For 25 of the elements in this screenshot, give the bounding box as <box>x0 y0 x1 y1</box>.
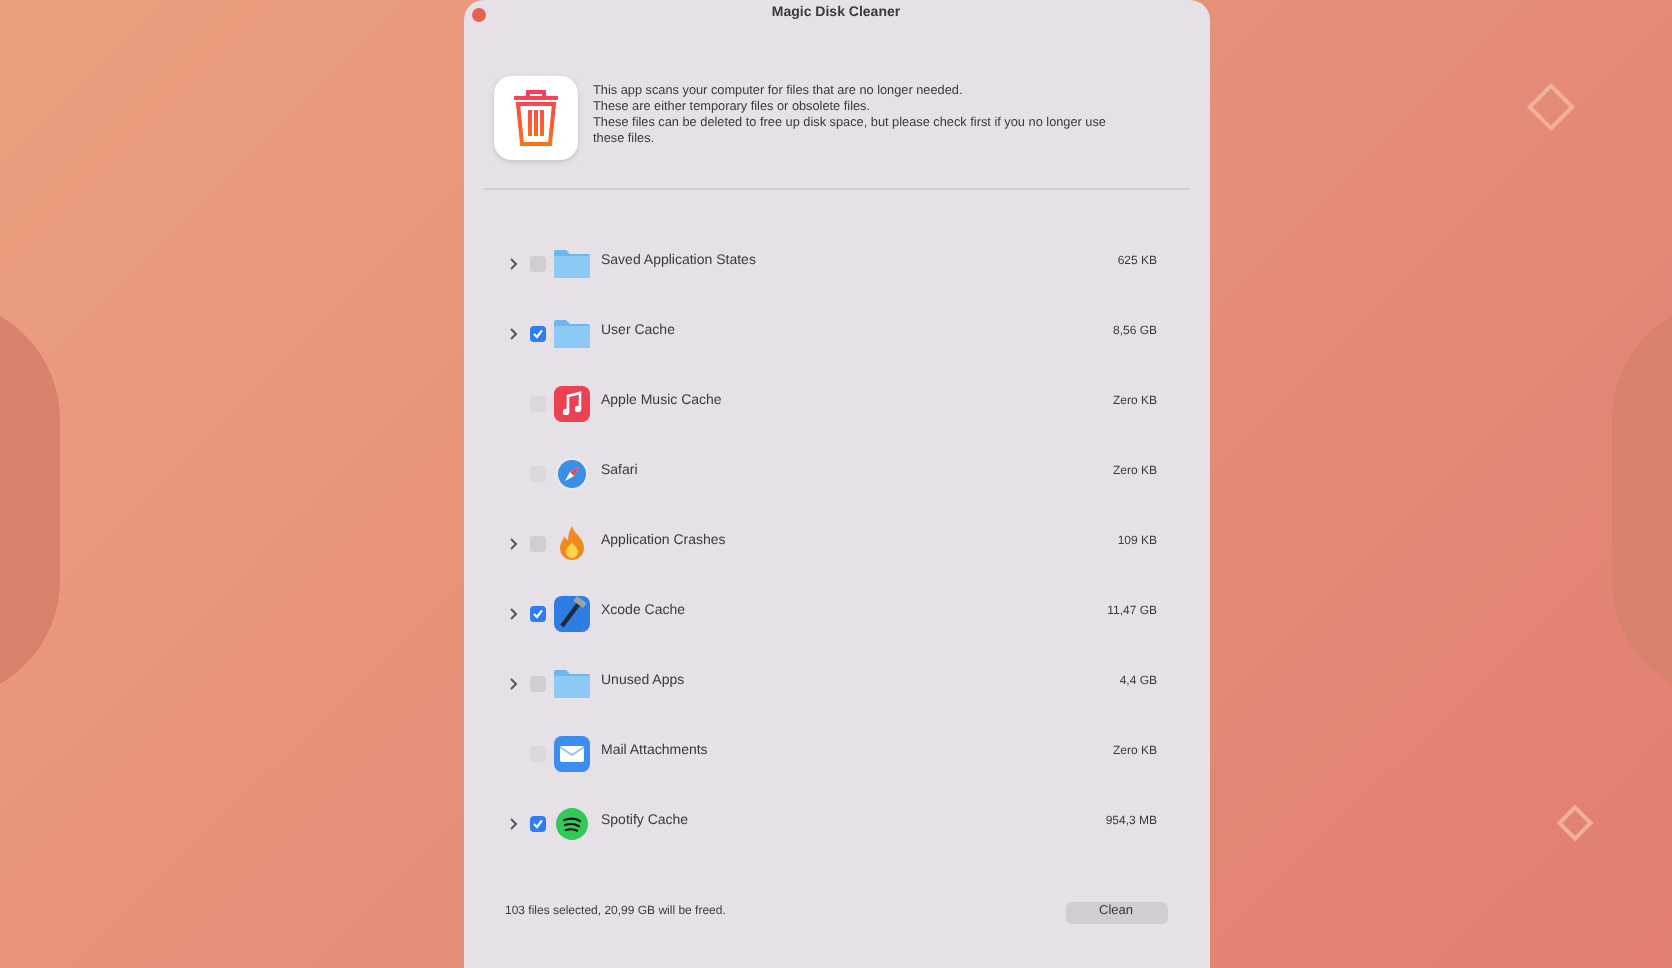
trash-icon <box>511 90 559 146</box>
folder-icon <box>553 248 589 278</box>
chevron-right-icon[interactable] <box>509 817 517 829</box>
diamond-outline <box>1526 82 1576 132</box>
music-stream-icon <box>555 807 587 839</box>
checkbox[interactable] <box>529 815 545 831</box>
flame-icon <box>557 525 585 561</box>
hammer-icon <box>553 595 589 631</box>
chevron-right-icon[interactable] <box>509 327 517 339</box>
checkmark-icon <box>531 327 543 339</box>
checkmark-icon <box>531 607 543 619</box>
checkbox[interactable] <box>529 325 545 341</box>
compass-icon <box>553 455 589 491</box>
chevron-right-icon[interactable] <box>509 677 517 689</box>
close-button[interactable] <box>471 8 485 22</box>
chevron-right-icon[interactable] <box>509 257 517 269</box>
music-note-icon <box>553 385 589 421</box>
checkbox[interactable] <box>529 605 545 621</box>
chevron-right-icon[interactable] <box>509 607 517 619</box>
envelope-icon <box>553 735 589 771</box>
diamond-outline <box>1556 804 1594 842</box>
folder-icon <box>553 318 589 348</box>
folder-icon <box>553 668 589 698</box>
chevron-right-icon[interactable] <box>509 537 517 549</box>
checkmark-icon <box>531 817 543 829</box>
